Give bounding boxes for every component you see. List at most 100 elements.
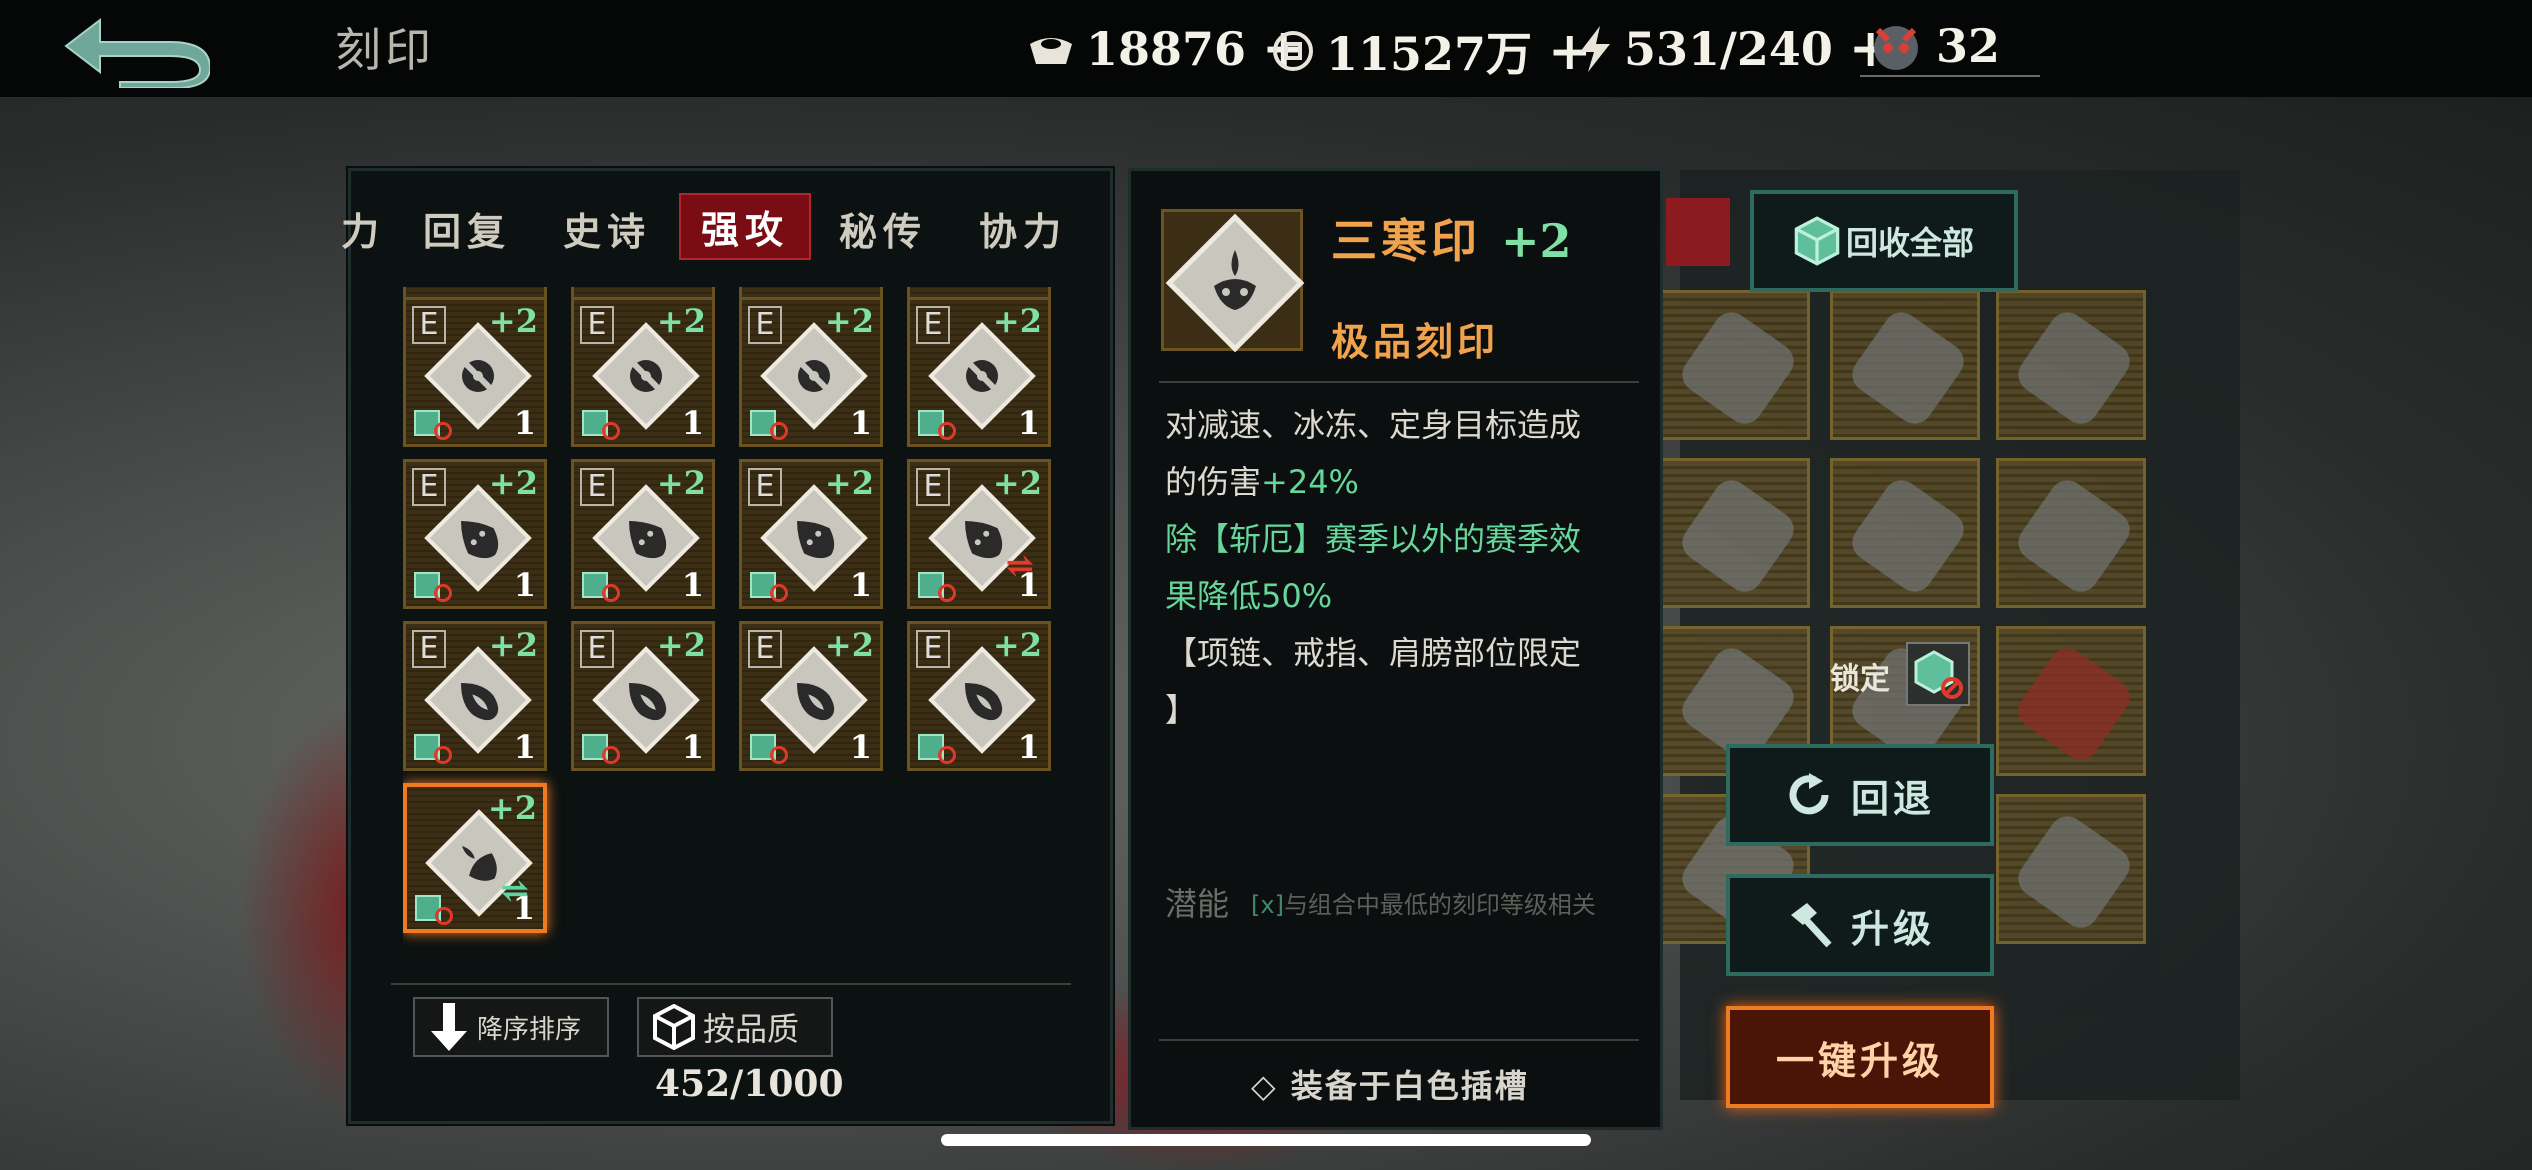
imprint-slot[interactable]: E +2 1 — [403, 621, 547, 771]
no-recycle-icon — [770, 422, 788, 440]
resource-demon[interactable]: 32 — [1868, 18, 2000, 74]
imprint-level: +2 — [824, 464, 874, 502]
swap-arrows-icon: ⇌ — [500, 871, 530, 911]
divider — [1159, 1039, 1639, 1041]
imprint-slot[interactable]: E +2 1 — [739, 621, 883, 771]
back-arrow-icon[interactable] — [60, 12, 210, 88]
imprint-level: +2 — [992, 626, 1042, 664]
grade-badge: E — [748, 306, 782, 344]
lock-label: 锁定 — [1830, 662, 1890, 697]
divider — [391, 983, 1071, 985]
inventory-slot[interactable] — [1660, 290, 1810, 440]
grade-badge: E — [916, 468, 950, 506]
sort-descending-button[interactable]: 降序排序 — [413, 997, 609, 1057]
tab-cooperation[interactable]: 协力 — [979, 201, 1067, 256]
imprint-slot[interactable]: E +2 1 — [571, 621, 715, 771]
imprint-count: 1 — [1017, 404, 1040, 442]
imprint-description: 对减速、冰冻、定身目标造成 的伤害+24% 除【斩厄】赛季以外的赛季效 果降低5… — [1165, 406, 1582, 729]
potential-label: 潜能 — [1165, 885, 1230, 923]
grade-badge: E — [580, 468, 614, 506]
inventory-slot[interactable] — [1660, 458, 1810, 608]
inventory-slot[interactable] — [1996, 458, 2146, 608]
imprint-slot[interactable]: +2 1 ⇌ — [403, 783, 547, 933]
sort-label: 降序排序 — [477, 1014, 582, 1045]
top-bar: 刻印 18876 + 11527万 + 531/240 + 32 — [0, 0, 2532, 97]
tab-epic[interactable]: 史诗 — [563, 201, 651, 256]
inventory-slot[interactable] — [1996, 794, 2146, 944]
one-click-upgrade-button[interactable]: 一键升级 — [1726, 1006, 1994, 1108]
imprint-level: +2 — [656, 464, 706, 502]
imprint-count: 1 — [849, 404, 872, 442]
lock-toggle[interactable] — [1906, 642, 1970, 706]
inventory-slot[interactable] — [1996, 290, 2146, 440]
upgrade-button[interactable]: 升级 — [1726, 874, 1994, 976]
imprint-level: +2 — [487, 789, 537, 827]
inventory-slot[interactable] — [1830, 290, 1980, 440]
resource-energy[interactable]: 531/240 + — [1578, 18, 1892, 79]
resource-silver[interactable]: 18876 + — [1028, 18, 1306, 79]
arrow-down-icon — [431, 1003, 467, 1051]
quality-label: 按品质 — [703, 1010, 800, 1048]
page-title: 刻印 — [335, 23, 435, 77]
imprint-grid: E +2 1 E +2 1 E +2 1 E +2 1 E +2 1 E +2 1 E +2 1 E +2 1 ⇌ E +2 1 E +2… — [403, 287, 1083, 987]
grade-badge: E — [916, 306, 950, 344]
imprint-level: +2 — [992, 302, 1042, 340]
recycle-all-button[interactable]: 回收全部 — [1750, 190, 2018, 292]
inventory-slot[interactable] — [1996, 626, 2146, 776]
imprint-quality: 极品刻印 — [1331, 319, 1500, 364]
imprint-slot[interactable]: E +2 1 — [739, 459, 883, 609]
no-recycle-icon — [770, 584, 788, 602]
resource-value: 32 — [1936, 19, 2001, 73]
no-recycle-icon — [602, 422, 620, 440]
inventory-slot[interactable] — [1830, 458, 1980, 608]
imprint-detail-panel: 三寒印 +2 极品刻印 对减速、冰冻、定身目标造成 的伤害+24% 除【斩厄】赛… — [1128, 168, 1663, 1130]
tab-power[interactable]: 力 — [341, 201, 385, 256]
imprint-slot[interactable]: E +2 1 — [571, 297, 715, 447]
silver-ingot-icon — [1030, 37, 1072, 64]
tab-secret[interactable]: 秘传 — [839, 201, 927, 256]
imprint-slot[interactable]: E +2 1 — [907, 621, 1051, 771]
hammer-icon — [1790, 903, 1832, 948]
equip-slot-info: ◇ 装备于白色插槽 — [1251, 1067, 1529, 1105]
undo-icon — [1789, 773, 1829, 815]
imprint-list-panel: 力 回复 史诗 强攻 秘传 协力 E +2 1 E +2 1 E +2 1 E +2 1 E +2 1 E +2… — [341, 168, 1113, 1124]
imprint-slot[interactable]: E +2 1 — [403, 459, 547, 609]
imprint-level: +2 — [656, 626, 706, 664]
tab-assault[interactable]: 强攻 — [679, 193, 812, 260]
imprint-level: +2 — [1501, 214, 1572, 268]
imprint-slot[interactable]: E +2 1 — [907, 297, 1051, 447]
imprint-count: 1 — [681, 404, 704, 442]
sort-quality-button[interactable]: 按品质 — [637, 997, 833, 1057]
grade-badge: E — [412, 468, 446, 506]
three-cold-icon — [1214, 250, 1256, 310]
no-recycle-icon — [434, 584, 452, 602]
imprint-level: +2 — [488, 464, 538, 502]
grade-badge: E — [916, 630, 950, 668]
imprint-slot[interactable]: E +2 1 — [739, 297, 883, 447]
imprint-large-icon — [1161, 209, 1305, 353]
no-recycle-icon — [434, 422, 452, 440]
home-indicator[interactable] — [941, 1134, 1591, 1146]
red-tag — [1666, 198, 1730, 266]
imprint-count: 1 — [849, 728, 872, 766]
imprint-level: +2 — [992, 464, 1042, 502]
imprint-name: 三寒印 +2 — [1331, 214, 1572, 268]
resource-value: 11527万 — [1326, 27, 1533, 81]
imprint-level: +2 — [656, 302, 706, 340]
grade-badge: E — [412, 630, 446, 668]
tab-recovery[interactable]: 回复 — [423, 201, 511, 256]
imprint-slot[interactable]: E +2 1 — [403, 297, 547, 447]
imprint-count: 1 — [681, 728, 704, 766]
imprint-slot[interactable]: E +2 1 — [571, 459, 715, 609]
demon-mask-icon — [1874, 26, 1918, 70]
resource-coin[interactable]: 11527万 + — [1272, 18, 1592, 84]
imprint-slot[interactable]: E +2 1 ⇌ — [907, 459, 1051, 609]
cube-no-recycle-icon — [1914, 650, 1963, 699]
revert-button[interactable]: 回退 — [1726, 744, 1994, 846]
cube-icon — [1794, 216, 1840, 266]
revert-label: 回退 — [1850, 775, 1935, 821]
imprint-level: +2 — [824, 626, 874, 664]
imprint-count: 1 — [513, 404, 536, 442]
grade-badge: E — [748, 468, 782, 506]
no-recycle-icon — [434, 746, 452, 764]
